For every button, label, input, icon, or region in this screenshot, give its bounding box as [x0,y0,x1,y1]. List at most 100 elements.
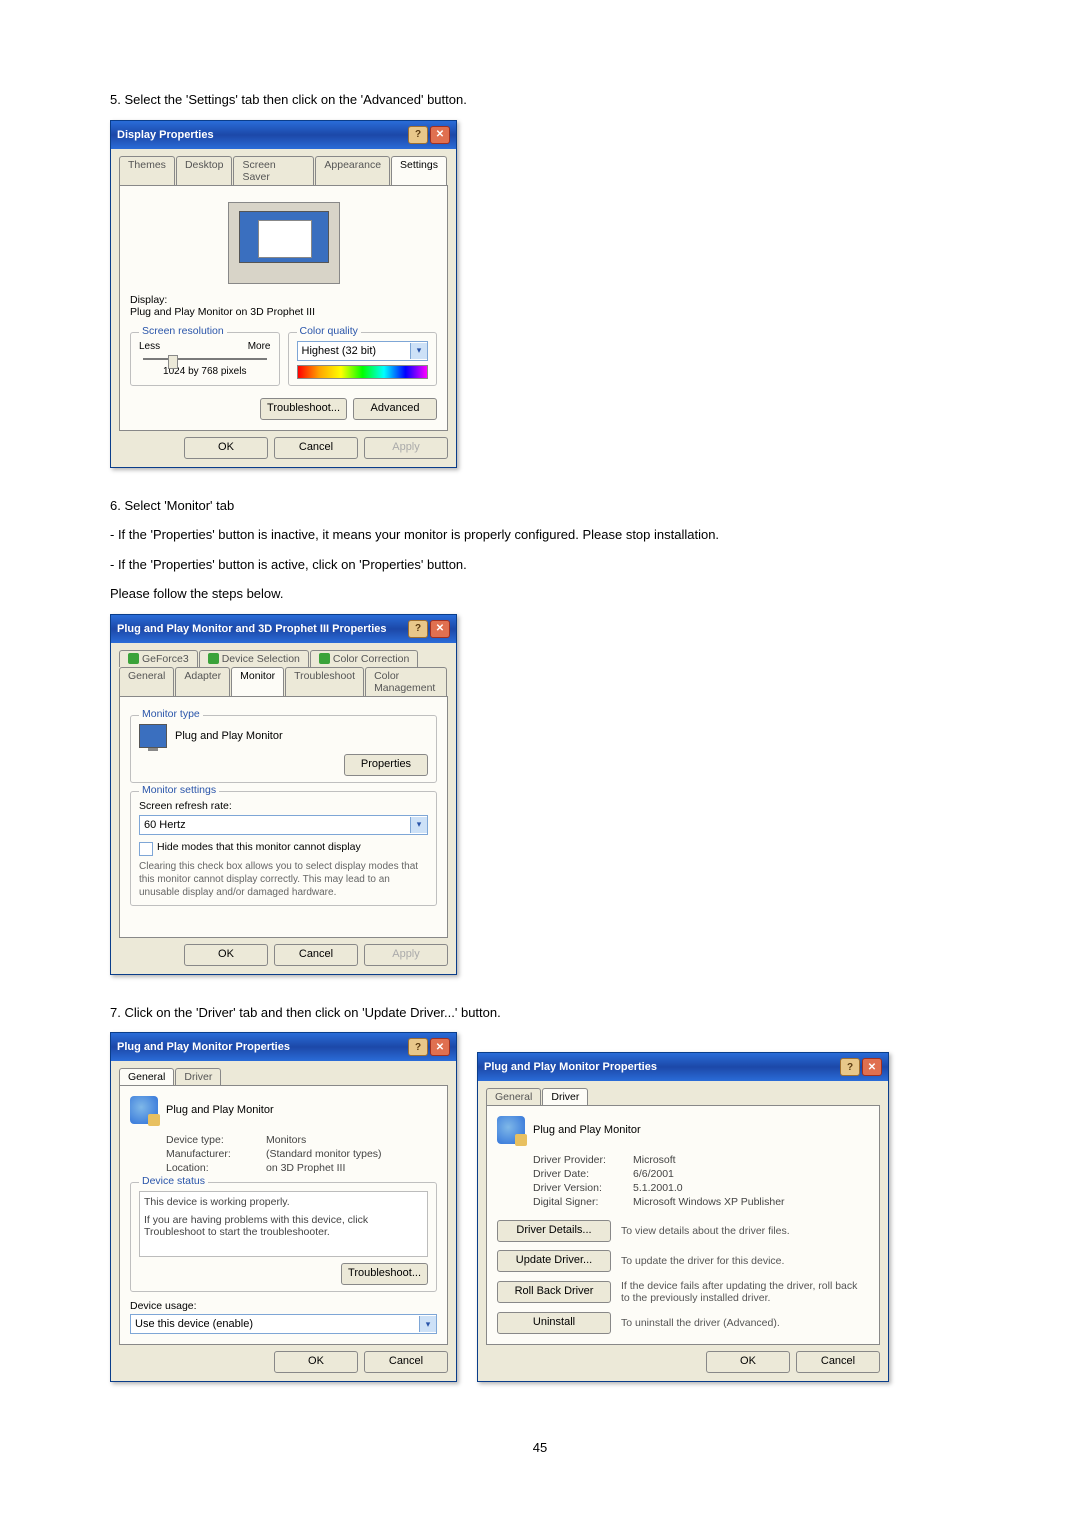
help-icon[interactable]: ? [408,126,428,144]
pnp-general-dialog: Plug and Play Monitor Properties ? ✕ Gen… [110,1032,457,1382]
tab-monitor[interactable]: Monitor [231,667,284,696]
troubleshoot-button[interactable]: Troubleshoot... [341,1263,428,1285]
close-icon[interactable]: ✕ [430,620,450,638]
step6-line1: 6. Select 'Monitor' tab [110,496,970,516]
titlebar: Display Properties ? ✕ [111,121,456,149]
uninstall-desc: To uninstall the driver (Advanced). [621,1317,869,1329]
tab-appearance[interactable]: Appearance [315,156,390,185]
title-text: Plug and Play Monitor and 3D Prophet III… [117,623,387,635]
apply-button[interactable]: Apply [364,944,448,966]
cancel-button[interactable]: Cancel [796,1351,880,1373]
resolution-value: 1024 by 768 pixels [139,366,271,377]
titlebar: Plug and Play Monitor and 3D Prophet III… [111,615,456,643]
ok-button[interactable]: OK [184,437,268,459]
close-icon[interactable]: ✕ [862,1058,882,1076]
display-label: Display: [130,294,437,306]
loc-label: Location: [166,1162,266,1174]
titlebar: Plug and Play Monitor Properties ? ✕ [478,1053,888,1081]
display-value: Plug and Play Monitor on 3D Prophet III [130,306,437,318]
ok-button[interactable]: OK [184,944,268,966]
monitor-icon [139,724,167,748]
device-status-text: This device is working properly. If you … [139,1191,428,1257]
help-icon[interactable]: ? [408,1038,428,1056]
device-status-label: Device status [139,1175,208,1187]
tabstrip: General Driver [119,1068,448,1086]
display-properties-dialog: Display Properties ? ✕ Themes Desktop Sc… [110,120,457,468]
monitor-type-label: Monitor type [139,708,203,720]
resolution-slider[interactable] [143,358,267,360]
tabstrip: Themes Desktop Screen Saver Appearance S… [119,156,448,186]
tab-general[interactable]: General [119,667,174,696]
tab-color-correction[interactable]: Color Correction [310,650,418,667]
monitor-settings-label: Monitor settings [139,784,219,796]
driver-details-button[interactable]: Driver Details... [497,1220,611,1242]
tab-screensaver[interactable]: Screen Saver [233,156,314,185]
monitor-preview-icon [228,202,340,284]
rollback-driver-button[interactable]: Roll Back Driver [497,1281,611,1303]
advanced-button[interactable]: Advanced [353,398,437,420]
chevron-down-icon: ▾ [410,817,427,833]
ok-button[interactable]: OK [274,1351,358,1373]
tab-themes[interactable]: Themes [119,156,175,185]
hide-modes-label: Hide modes that this monitor cannot disp… [157,841,361,853]
hide-modes-checkbox[interactable] [139,842,153,856]
tab-driver[interactable]: Driver [542,1088,588,1105]
devtype-label: Device type: [166,1134,266,1146]
driver-details-desc: To view details about the driver files. [621,1225,869,1237]
help-icon[interactable]: ? [840,1058,860,1076]
close-icon[interactable]: ✕ [430,126,450,144]
color-quality-dropdown[interactable]: Highest (32 bit) ▾ [297,341,429,361]
cancel-button[interactable]: Cancel [274,944,358,966]
driver-panel: Plug and Play Monitor Driver Provider: Mi… [486,1105,880,1345]
tab-troubleshoot[interactable]: Troubleshoot [285,667,364,696]
device-usage-dropdown[interactable]: Use this device (enable) ▾ [130,1314,437,1334]
signer-value: Microsoft Windows XP Publisher [633,1196,869,1208]
date-value: 6/6/2001 [633,1168,869,1180]
nvidia-icon [319,653,330,664]
uninstall-button[interactable]: Uninstall [497,1312,611,1334]
provider-label: Driver Provider: [533,1154,633,1166]
tabstrip: General Driver [486,1088,880,1106]
chevron-down-icon: ▾ [410,343,427,359]
tab-adapter[interactable]: Adapter [175,667,230,696]
monitor-properties-dialog: Plug and Play Monitor and 3D Prophet III… [110,614,457,975]
tab-general[interactable]: General [119,1068,174,1085]
pnp-driver-dialog: Plug and Play Monitor Properties ? ✕ Gen… [477,1052,889,1382]
tab-general[interactable]: General [486,1088,541,1105]
update-driver-desc: To update the driver for this device. [621,1255,869,1267]
color-bar-icon [297,365,429,379]
loc-value: on 3D Prophet III [266,1162,437,1174]
refresh-rate-label: Screen refresh rate: [139,800,428,812]
nvidia-icon [208,653,219,664]
cancel-button[interactable]: Cancel [364,1351,448,1373]
tab-desktop[interactable]: Desktop [176,156,233,185]
more-label: More [248,341,271,352]
tab-driver[interactable]: Driver [175,1068,221,1085]
version-label: Driver Version: [533,1182,633,1194]
ok-button[interactable]: OK [706,1351,790,1373]
refresh-rate-dropdown[interactable]: 60 Hertz ▾ [139,815,428,835]
tab-geforce3[interactable]: GeForce3 [119,650,198,667]
apply-button[interactable]: Apply [364,437,448,459]
hide-modes-note: Clearing this check box allows you to se… [139,860,428,899]
help-icon[interactable]: ? [408,620,428,638]
properties-button[interactable]: Properties [344,754,428,776]
tab-color-mgmt[interactable]: Color Management [365,667,447,696]
step6-line4: Please follow the steps below. [110,584,970,604]
device-name: Plug and Play Monitor [533,1124,641,1136]
troubleshoot-button[interactable]: Troubleshoot... [260,398,347,420]
version-value: 5.1.2001.0 [633,1182,869,1194]
page-number: 45 [110,1440,970,1455]
cancel-button[interactable]: Cancel [274,437,358,459]
tab-settings[interactable]: Settings [391,156,447,185]
update-driver-button[interactable]: Update Driver... [497,1250,611,1272]
screen-res-label: Screen resolution [139,325,227,337]
settings-panel: Display: Plug and Play Monitor on 3D Pro… [119,185,448,431]
less-label: Less [139,341,160,352]
device-name: Plug and Play Monitor [166,1104,274,1116]
step7-text: 7. Click on the 'Driver' tab and then cl… [110,1003,970,1023]
close-icon[interactable]: ✕ [430,1038,450,1056]
nvidia-icon [128,653,139,664]
mfr-value: (Standard monitor types) [266,1148,437,1160]
tab-device-selection[interactable]: Device Selection [199,650,309,667]
